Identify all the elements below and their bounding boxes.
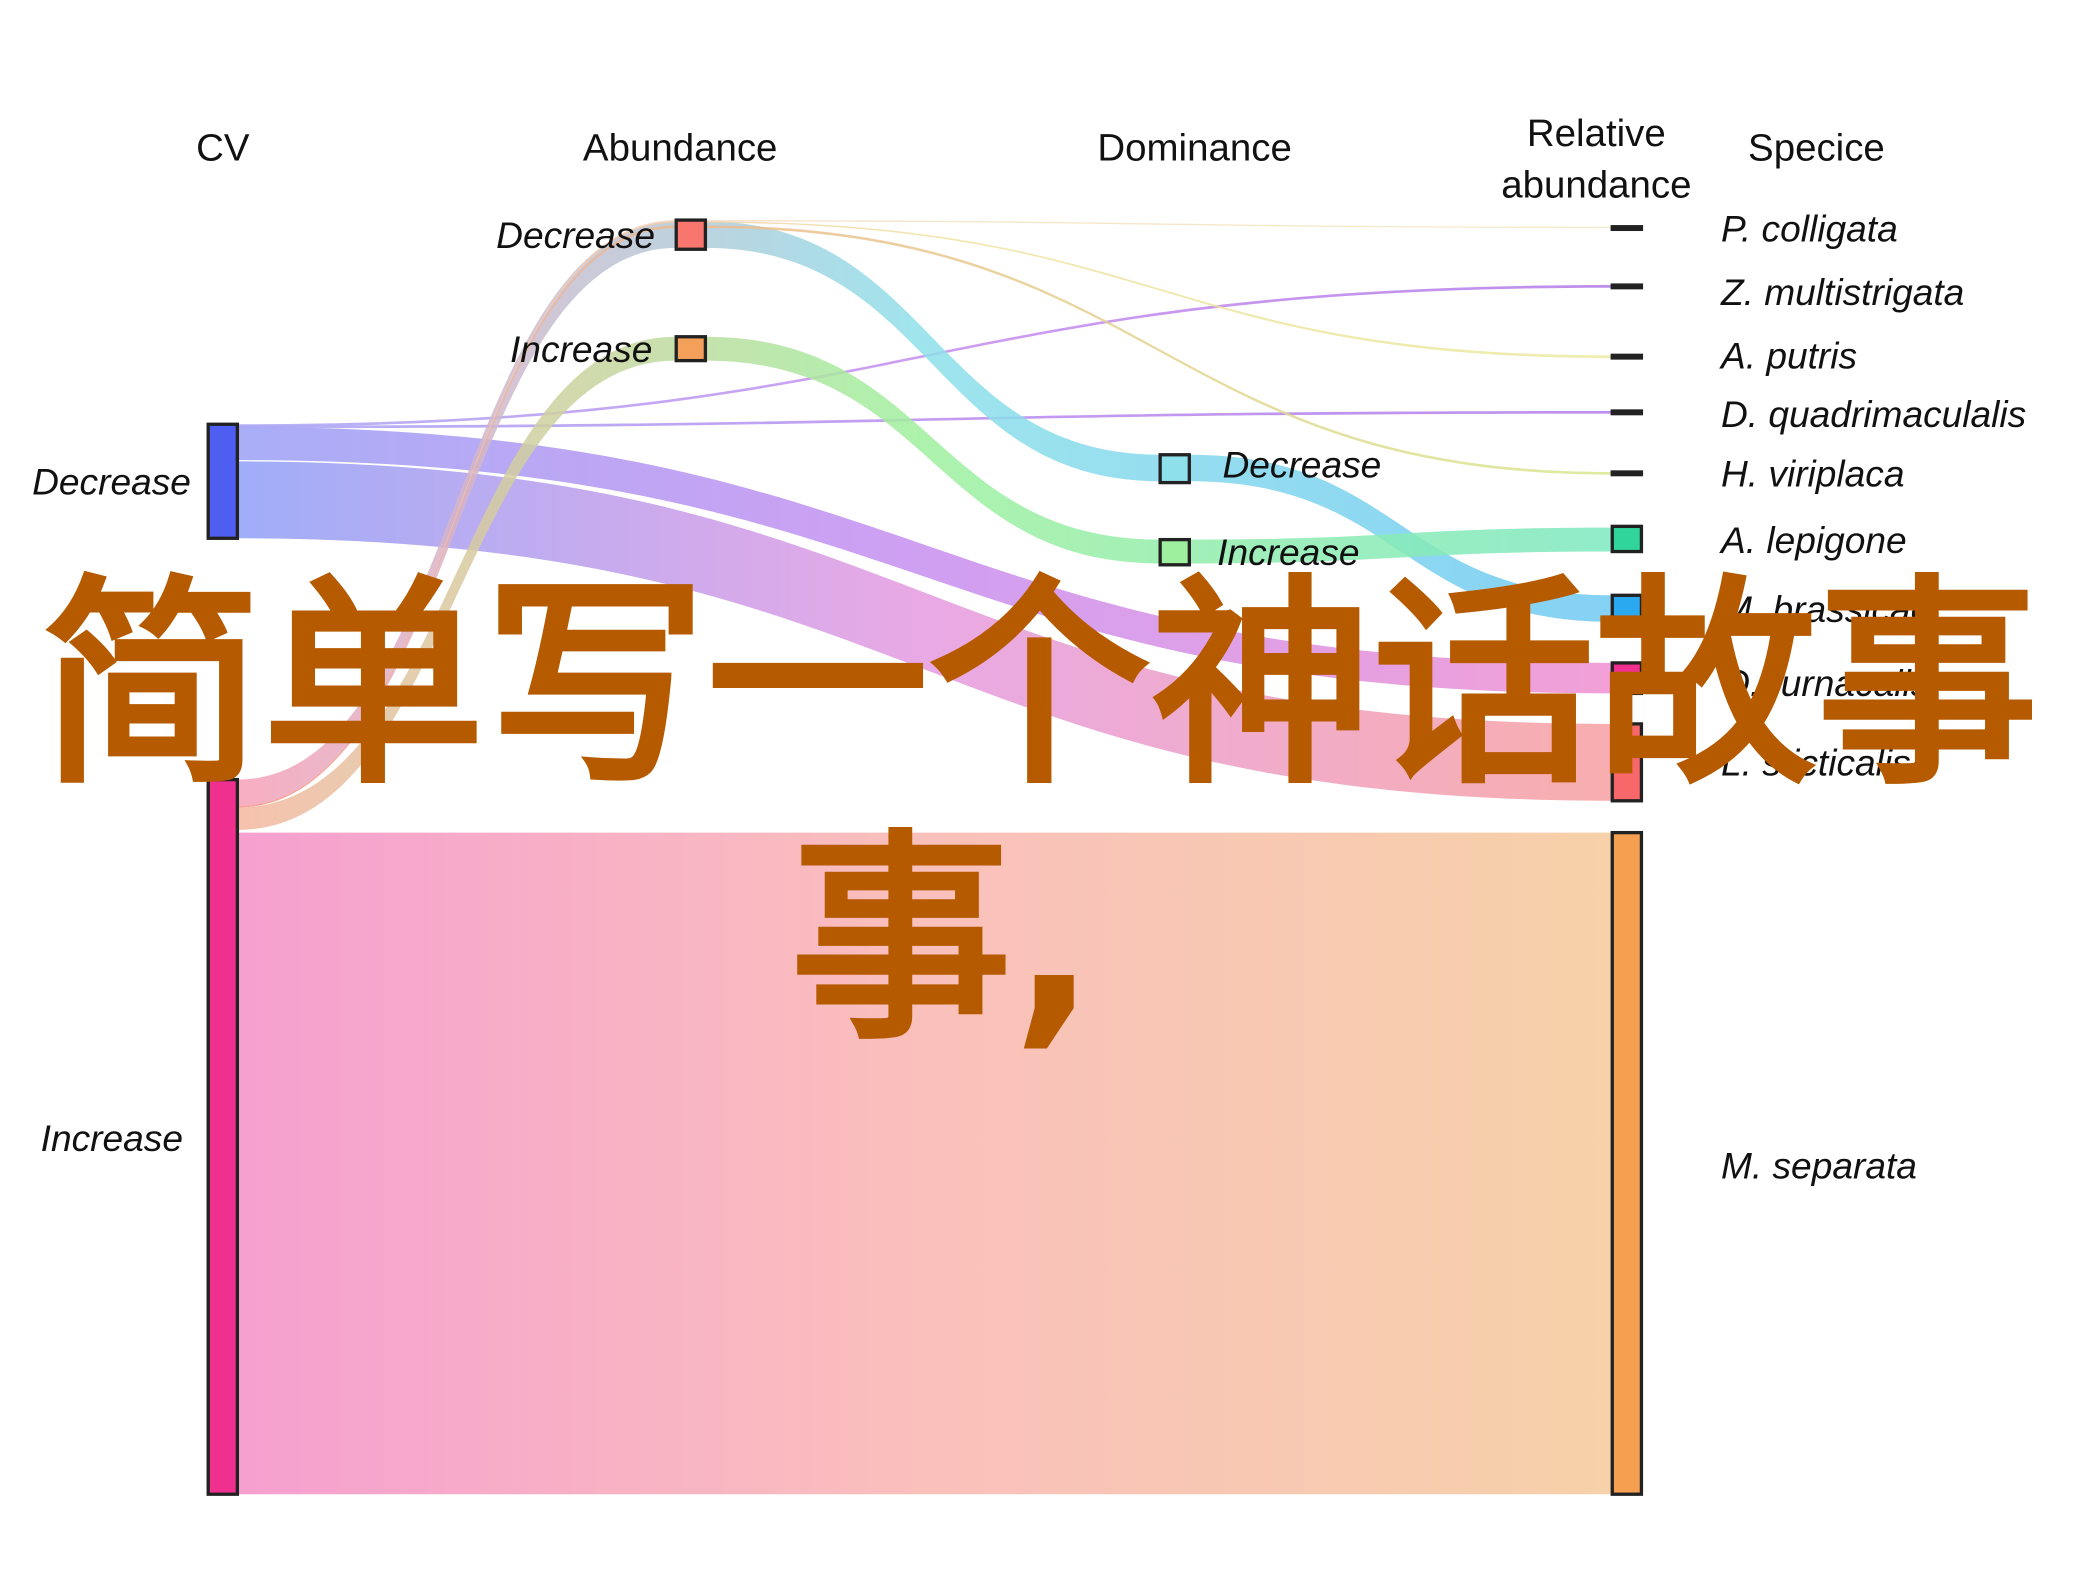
node-cv-decrease [206, 422, 240, 540]
label-abundance-increase: Increase [510, 328, 652, 370]
axis-title-species: Specice [1748, 126, 1885, 169]
axis-title-relative-line1: Relative [1527, 112, 1666, 155]
label-species-a-putris: A. putris [1719, 335, 1857, 377]
label-species-h-viriplaca: H. viriplaca [1721, 453, 1905, 495]
axis-title-relative-line2: abundance [1501, 164, 1691, 207]
axis-title-cv: CV [196, 126, 250, 169]
label-species-m-separata: M. separata [1721, 1145, 1917, 1187]
label-species-z-multistrigata: Z. multistrigata [1720, 271, 1964, 313]
label-species-a-lepigone: A. lepigone [1719, 519, 1907, 561]
node-species-d-quadrimaculalis [1610, 409, 1644, 416]
node-dominance-decrease [1158, 453, 1191, 485]
label-species-p-colligata: P. colligata [1721, 207, 1898, 249]
node-species-z-multistrigata [1610, 283, 1644, 290]
axis-title-abundance: Abundance [583, 126, 778, 169]
node-species-h-viriplaca [1610, 470, 1644, 477]
label-species-d-quadrimaculalis: D. quadrimaculalis [1721, 393, 2026, 435]
node-abundance-increase [674, 335, 708, 363]
axis-title-dominance: Dominance [1097, 126, 1291, 169]
node-species-a-putris [1610, 353, 1644, 360]
node-species-a-lepigone [1610, 524, 1644, 554]
node-species-p-colligata [1610, 225, 1644, 232]
label-dominance-decrease: Decrease [1222, 443, 1381, 485]
label-cv-decrease: Decrease [32, 461, 191, 503]
overlay-text-line1: 简单写一个神话故事 [40, 557, 2039, 815]
label-abundance-decrease: Decrease [496, 214, 655, 256]
overlay-text-line2: 事, [790, 812, 1097, 1070]
label-cv-increase: Increase [41, 1117, 183, 1159]
node-abundance-decrease [674, 218, 708, 251]
